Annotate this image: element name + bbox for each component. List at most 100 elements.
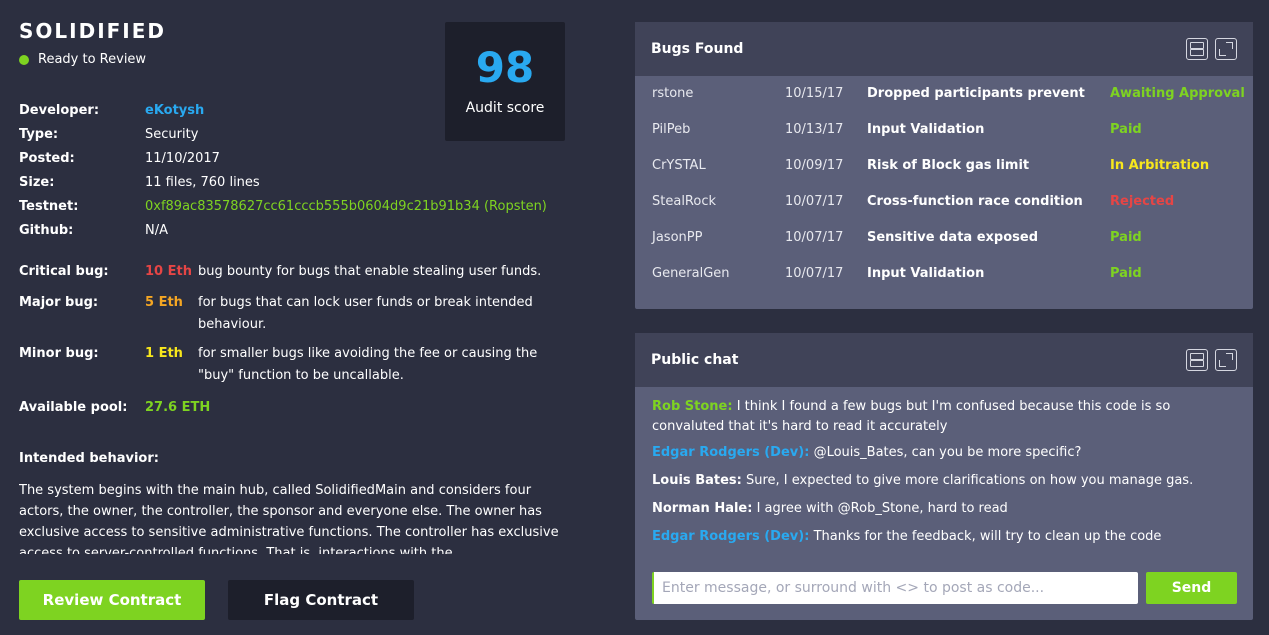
bug-date: 10/07/17: [785, 194, 844, 209]
panel-title: Bugs Found: [651, 41, 744, 57]
panel-controls: [1186, 38, 1237, 60]
status-badge: In Arbitration: [1110, 158, 1210, 173]
bug-user: StealRock: [652, 194, 717, 209]
testnet-address-link[interactable]: 0xf89ac83578627cc61cccb555b0604d9c21b91b…: [145, 199, 547, 214]
bug-user: rstone: [652, 86, 694, 101]
bug-title: Sensitive data exposed: [867, 230, 1039, 245]
info-value: N/A: [145, 223, 168, 238]
bug-user: JasonPP: [652, 230, 703, 245]
bug-title: Dropped participants prevent: [867, 86, 1085, 101]
chat-message: Rob Stone: I think I found a few bugs bu…: [652, 397, 1237, 437]
info-key: Type:: [19, 127, 59, 142]
intended-behavior-text[interactable]: The system begins with the main hub, cal…: [19, 480, 564, 554]
contract-details: SOLIDIFIED Ready to Review 98 Audit scor…: [19, 0, 579, 635]
table-row[interactable]: GeneralGen 10/07/17 Input Validation Pai…: [635, 256, 1253, 292]
public-chat-panel: Public chat Rob Stone: I think I found a…: [635, 333, 1253, 620]
chat-author[interactable]: Edgar Rodgers (Dev):: [652, 529, 809, 544]
info-github: Github: N/A: [19, 223, 168, 238]
bounty-description: for smaller bugs like avoiding the fee o…: [198, 346, 538, 383]
flag-contract-button[interactable]: Flag Contract: [228, 580, 414, 620]
info-key: Github:: [19, 223, 74, 238]
bug-date: 10/15/17: [785, 86, 844, 101]
pool-amount: 27.6 ETH: [145, 400, 211, 415]
status-indicator: Ready to Review: [19, 52, 146, 67]
table-row[interactable]: StealRock 10/07/17 Cross-function race c…: [635, 184, 1253, 220]
chat-author[interactable]: Edgar Rodgers (Dev):: [652, 445, 809, 460]
chat-author[interactable]: Norman Hale:: [652, 501, 752, 516]
bounty-key: Critical bug:: [19, 264, 109, 279]
bug-user: PilPeb: [652, 122, 691, 137]
expand-icon[interactable]: [1215, 38, 1237, 60]
bugs-found-panel: Bugs Found rstone 10/15/17 Dropped parti…: [635, 22, 1253, 309]
info-posted: Posted: 11/10/2017: [19, 151, 220, 166]
table-row[interactable]: JasonPP 10/07/17 Sensitive data exposed …: [635, 220, 1253, 256]
bounty-critical: Critical bug: 10 Eth bug bounty for bugs…: [19, 261, 564, 283]
panel-header: Bugs Found: [635, 22, 1253, 76]
bounty-minor: Minor bug: 1 Eth for smaller bugs like a…: [19, 343, 564, 387]
info-key: Developer:: [19, 103, 100, 118]
panel-title: Public chat: [651, 352, 739, 368]
bounty-amount: 5 Eth: [145, 295, 183, 310]
review-contract-button[interactable]: Review Contract: [19, 580, 205, 620]
chat-text: I agree with @Rob_Stone, hard to read: [756, 501, 1008, 516]
status-badge: Paid: [1110, 230, 1142, 245]
info-value: 11/10/2017: [145, 151, 220, 166]
panel-header: Public chat: [635, 333, 1253, 387]
chat-text: Thanks for the feedback, will try to cle…: [813, 529, 1162, 544]
expand-icon[interactable]: [1215, 349, 1237, 371]
bug-user: CrYSTAL: [652, 158, 706, 173]
table-row[interactable]: rstone 10/15/17 Dropped participants pre…: [635, 76, 1253, 112]
available-pool: Available pool: 27.6 ETH: [19, 397, 564, 419]
split-view-icon[interactable]: [1186, 38, 1208, 60]
chat-author[interactable]: Louis Bates:: [652, 473, 742, 488]
info-key: Size:: [19, 175, 55, 190]
bug-user: GeneralGen: [652, 266, 730, 281]
info-value: Security: [145, 127, 199, 142]
bug-title: Cross-function race condition: [867, 194, 1083, 209]
bounty-amount: 10 Eth: [145, 264, 192, 279]
info-testnet: Testnet: 0xf89ac83578627cc61cccb555b0604…: [19, 199, 547, 214]
info-key: Posted:: [19, 151, 75, 166]
bounty-amount: 1 Eth: [145, 346, 183, 361]
bug-date: 10/13/17: [785, 122, 844, 137]
bug-title: Risk of Block gas limit: [867, 158, 1030, 173]
status-dot-icon: [19, 54, 29, 65]
bug-title: Input Validation: [867, 266, 985, 281]
table-row[interactable]: CrYSTAL 10/09/17 Risk of Block gas limit…: [635, 148, 1253, 184]
info-developer: Developer: eKotysh: [19, 103, 204, 118]
bug-title: Input Validation: [867, 122, 985, 137]
bounty-description: bug bounty for bugs that enable stealing…: [198, 264, 542, 279]
audit-score-value: 98: [475, 43, 535, 92]
bounty-key: Minor bug:: [19, 346, 99, 361]
chat-message: Louis Bates: Sure, I expected to give mo…: [652, 471, 1237, 491]
bug-date: 10/07/17: [785, 230, 844, 245]
status-badge: Paid: [1110, 122, 1142, 137]
bounty-key: Major bug:: [19, 295, 99, 310]
status-badge: Paid: [1110, 266, 1142, 281]
audit-score-card: 98 Audit score: [445, 22, 565, 141]
chat-message: Edgar Rodgers (Dev): @Louis_Bates, can y…: [652, 443, 1237, 463]
chat-author[interactable]: Rob Stone:: [652, 399, 733, 414]
send-button[interactable]: Send: [1146, 572, 1237, 604]
intended-behavior-title: Intended behavior:: [19, 451, 159, 466]
chat-message-input[interactable]: [652, 572, 1138, 604]
status-badge: Awaiting Approval: [1110, 86, 1245, 101]
bounty-description: for bugs that can lock user funds or bre…: [198, 295, 533, 332]
info-value: 11 files, 760 lines: [145, 175, 260, 190]
bug-date: 10/09/17: [785, 158, 844, 173]
chat-message: Edgar Rodgers (Dev): Thanks for the feed…: [652, 527, 1237, 547]
info-key: Testnet:: [19, 199, 79, 214]
table-row[interactable]: PilPeb 10/13/17 Input Validation Paid: [635, 112, 1253, 148]
chat-message: Norman Hale: I agree with @Rob_Stone, ha…: [652, 499, 1237, 519]
audit-score-label: Audit score: [465, 100, 545, 116]
status-badge: Rejected: [1110, 194, 1175, 209]
info-type: Type: Security: [19, 127, 198, 142]
pool-key: Available pool:: [19, 400, 128, 415]
developer-link[interactable]: eKotysh: [145, 103, 204, 118]
status-text: Ready to Review: [38, 52, 147, 67]
chat-text: @Louis_Bates, can you be more specific?: [813, 445, 1082, 460]
chat-messages[interactable]: Rob Stone: I think I found a few bugs bu…: [635, 387, 1253, 559]
split-view-icon[interactable]: [1186, 349, 1208, 371]
bug-date: 10/07/17: [785, 266, 844, 281]
bounty-major: Major bug: 5 Eth for bugs that can lock …: [19, 292, 564, 336]
